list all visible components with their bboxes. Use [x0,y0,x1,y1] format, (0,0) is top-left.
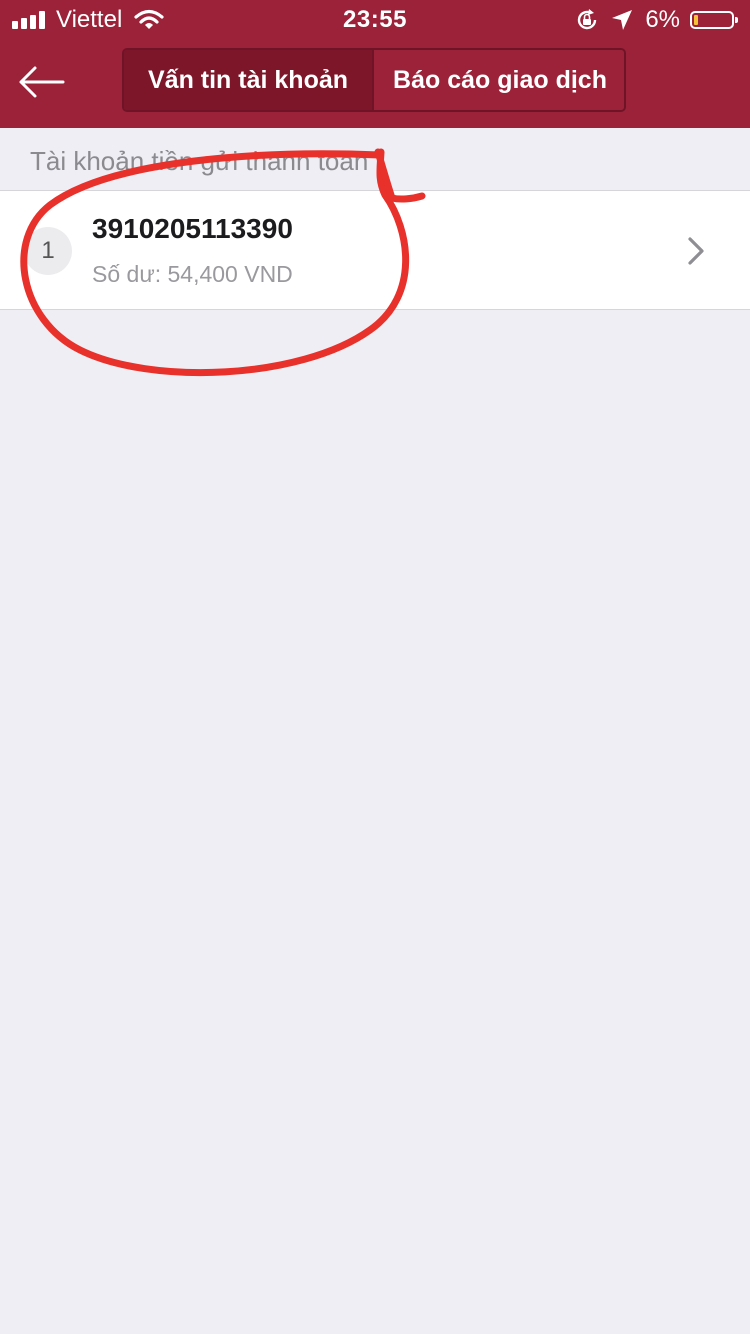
location-arrow-icon [612,10,633,30]
arrow-left-icon [19,66,65,98]
account-number: 3910205113390 [92,213,293,244]
account-index-badge: 1 [24,227,72,275]
segmented-control: Vấn tin tài khoản Báo cáo giao dịch [122,48,626,112]
status-right: 6% [563,6,738,34]
account-balance: Số dư: 54,400 VND [92,261,293,287]
status-bar: Viettel 23:55 6% [0,0,750,40]
chevron-right-icon [688,237,704,265]
battery-level [694,15,698,25]
back-button[interactable] [14,58,68,106]
battery-icon [690,11,738,29]
tab-account-inquiry[interactable]: Vấn tin tài khoản [124,50,372,110]
section-title: Tài khoản tiền gửi thanh toán [0,128,750,190]
rotation-lock-icon [578,9,597,30]
battery-percent: 6% [645,6,680,33]
app-header: Viettel 23:55 6% Vấn tin tài khoản Báo c… [0,0,750,128]
account-list-item[interactable]: 1 3910205113390 Số dư: 54,400 VND [0,190,750,310]
tab-transaction-report[interactable]: Báo cáo giao dịch [372,50,624,110]
